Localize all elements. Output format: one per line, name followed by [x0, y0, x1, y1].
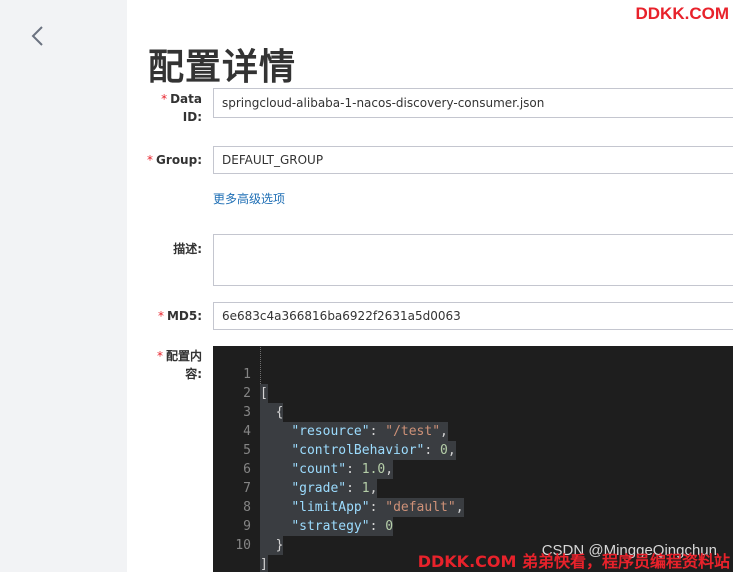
chevron-left-icon	[31, 26, 43, 46]
code-line: 3 "resource": "/test",	[243, 405, 448, 441]
watermark-bottom: DDKK.COM 弟弟快看，程序员编程资料站	[417, 552, 730, 571]
data-id-label: * Data ID:	[161, 92, 202, 124]
content-label: * 配置内 容:	[156, 349, 202, 381]
md5-label: * MD5:	[157, 309, 202, 323]
code-line: 9 }	[243, 519, 284, 555]
code-line: 1 [	[243, 367, 268, 403]
required-mark: *	[161, 92, 168, 106]
code-line: 7 "limitApp": "default",	[243, 481, 464, 517]
data-id-field[interactable]: springcloud-alibaba-1-nacos-discovery-co…	[213, 88, 733, 118]
md5-value: 6e683c4a366816ba6922f2631a5d0063	[222, 309, 461, 323]
required-mark: *	[156, 349, 163, 363]
code-line: 2 {	[243, 386, 284, 422]
group-field[interactable]: DEFAULT_GROUP	[213, 146, 733, 174]
code-line: 5 "count": 1.0,	[243, 443, 394, 479]
code-line: 10 ]	[235, 538, 268, 572]
required-mark: *	[157, 309, 164, 323]
page-title: 配置详情	[148, 47, 297, 88]
sidebar	[0, 0, 127, 572]
watermark-top: DDKK.COM	[635, 4, 730, 23]
code-editor[interactable]: 1 [ 2 { 3 "resource": "/test", 4 "contro…	[213, 346, 733, 572]
code-line: 4 "controlBehavior": 0,	[243, 424, 456, 460]
description-textarea[interactable]	[213, 234, 733, 286]
advanced-options-link[interactable]: 更多高级选项	[213, 190, 285, 207]
required-mark: *	[147, 153, 154, 167]
back-button[interactable]	[26, 22, 50, 50]
group-label: * Group:	[147, 153, 202, 167]
md5-field[interactable]: 6e683c4a366816ba6922f2631a5d0063	[213, 302, 733, 330]
group-value: DEFAULT_GROUP	[222, 153, 324, 167]
code-line: 8 "strategy": 0	[243, 500, 394, 536]
data-id-value: springcloud-alibaba-1-nacos-discovery-co…	[222, 96, 545, 110]
description-label: 描述:	[173, 242, 202, 256]
code-line: 6 "grade": 1,	[243, 462, 378, 498]
